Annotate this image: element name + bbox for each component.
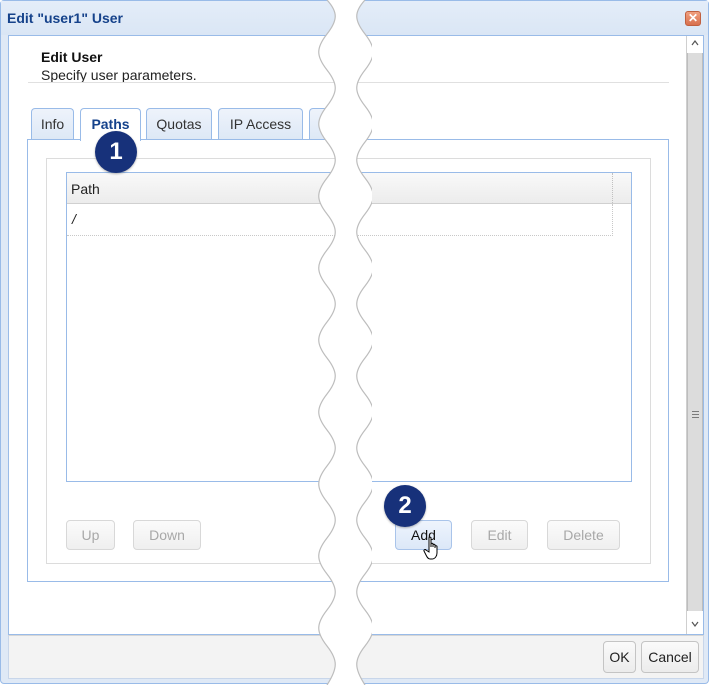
tab-quotas[interactable]: Quotas <box>146 108 212 140</box>
edit-button[interactable]: Edit <box>471 520 528 550</box>
vertical-scrollbar[interactable] <box>686 36 703 634</box>
callout-badge-2: 2 <box>384 485 426 527</box>
callout-badge-1: 1 <box>95 131 137 173</box>
close-button[interactable]: ✕ <box>685 11 701 26</box>
ok-button[interactable]: OK <box>603 641 636 673</box>
delete-button[interactable]: Delete <box>547 520 620 550</box>
down-button[interactable]: Down <box>133 520 201 550</box>
section-subtitle: Specify user parameters. <box>41 67 197 83</box>
tab-ip-access[interactable]: IP Access <box>218 108 303 140</box>
scroll-thumb[interactable] <box>687 53 703 611</box>
scroll-down-icon[interactable] <box>687 617 703 634</box>
dialog-title: Edit "user1" User <box>7 10 123 26</box>
section-title: Edit User <box>41 49 103 65</box>
tab-label: Quotas <box>156 116 202 132</box>
grip-icon <box>692 411 699 420</box>
cancel-button[interactable]: Cancel <box>641 641 699 673</box>
up-button[interactable]: Up <box>66 520 115 550</box>
path-cell: / <box>72 211 76 227</box>
scroll-up-icon[interactable] <box>687 36 703 53</box>
tab-label: Info <box>40 116 65 132</box>
wave-cut-divider <box>318 0 372 685</box>
close-icon: ✕ <box>687 11 699 25</box>
column-separator <box>612 173 613 203</box>
tab-label: IP Access <box>229 116 292 132</box>
hand-cursor-icon <box>423 536 438 560</box>
tab-label: Paths <box>91 116 130 132</box>
tab-info[interactable]: Info <box>31 108 74 140</box>
column-header-path[interactable]: Path <box>71 181 100 197</box>
